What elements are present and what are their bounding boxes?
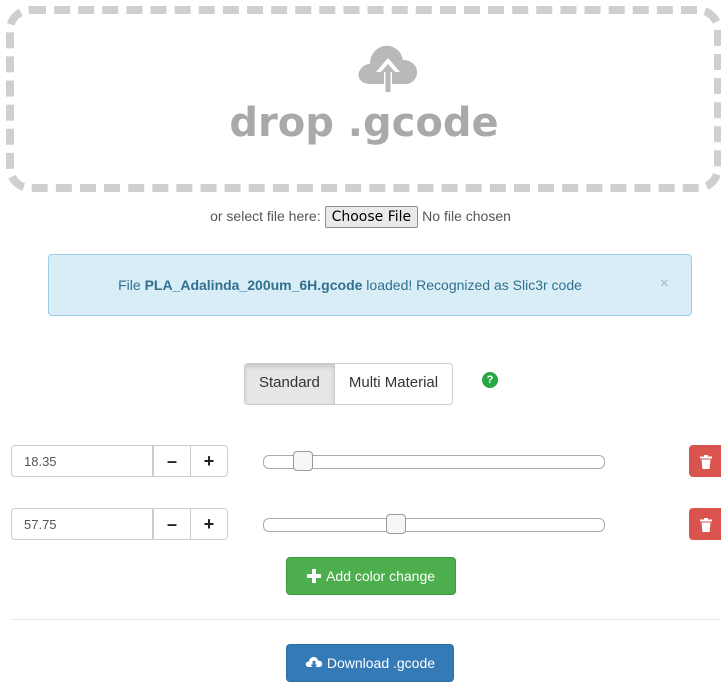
alert-prefix: File <box>118 277 145 293</box>
decrement-button[interactable]: – <box>153 508 191 540</box>
delete-button[interactable] <box>689 445 721 477</box>
file-status: No file chosen <box>422 208 511 224</box>
trash-icon <box>700 518 712 533</box>
file-loaded-alert: File PLA_Adalinda_200um_6H.gcode loaded!… <box>48 254 692 316</box>
decrement-button[interactable]: – <box>153 445 191 477</box>
gcode-drop-zone[interactable]: drop .gcode <box>6 6 721 192</box>
tab-standard[interactable]: Standard <box>245 364 335 404</box>
delete-button[interactable] <box>689 508 721 540</box>
cloud-download-icon <box>305 656 323 669</box>
choose-file-button[interactable]: Choose File <box>324 206 419 228</box>
close-icon[interactable]: × <box>660 275 669 293</box>
help-icon[interactable]: ? <box>482 372 498 388</box>
download-label: Download .gcode <box>326 655 436 671</box>
tab-multi-material[interactable]: Multi Material <box>334 364 453 404</box>
file-select-row: or select file here: Choose File No file c… <box>0 206 721 228</box>
layer-height-input[interactable]: 18.35 <box>11 445 153 477</box>
download-gcode-button[interactable]: Download .gcode <box>286 644 454 682</box>
slider-thumb[interactable] <box>386 514 406 534</box>
alert-suffix: loaded! Recognized as Slic3r code <box>362 277 582 293</box>
layer-slider[interactable] <box>263 451 605 471</box>
alert-message: File PLA_Adalinda_200um_6H.gcode loaded!… <box>49 277 651 293</box>
cloud-upload-icon <box>358 45 418 92</box>
trash-icon <box>700 455 712 470</box>
divider <box>11 619 721 620</box>
alert-filename: PLA_Adalinda_200um_6H.gcode <box>144 277 363 293</box>
increment-button[interactable]: + <box>190 508 228 540</box>
layer-height-input[interactable]: 57.75 <box>11 508 153 540</box>
slider-thumb[interactable] <box>293 451 313 471</box>
file-select-label: or select file here: <box>210 208 321 224</box>
layer-slider[interactable] <box>263 514 605 534</box>
add-color-change-button[interactable]: Add color change <box>286 557 456 595</box>
mode-toggle: Standard Multi Material <box>244 363 454 405</box>
color-change-row: 57.75 – + <box>11 508 721 542</box>
plus-icon <box>306 569 321 583</box>
increment-button[interactable]: + <box>190 445 228 477</box>
color-change-row: 18.35 – + <box>11 445 721 479</box>
add-color-change-label: Add color change <box>326 568 436 584</box>
drop-zone-label: drop .gcode <box>229 100 499 146</box>
